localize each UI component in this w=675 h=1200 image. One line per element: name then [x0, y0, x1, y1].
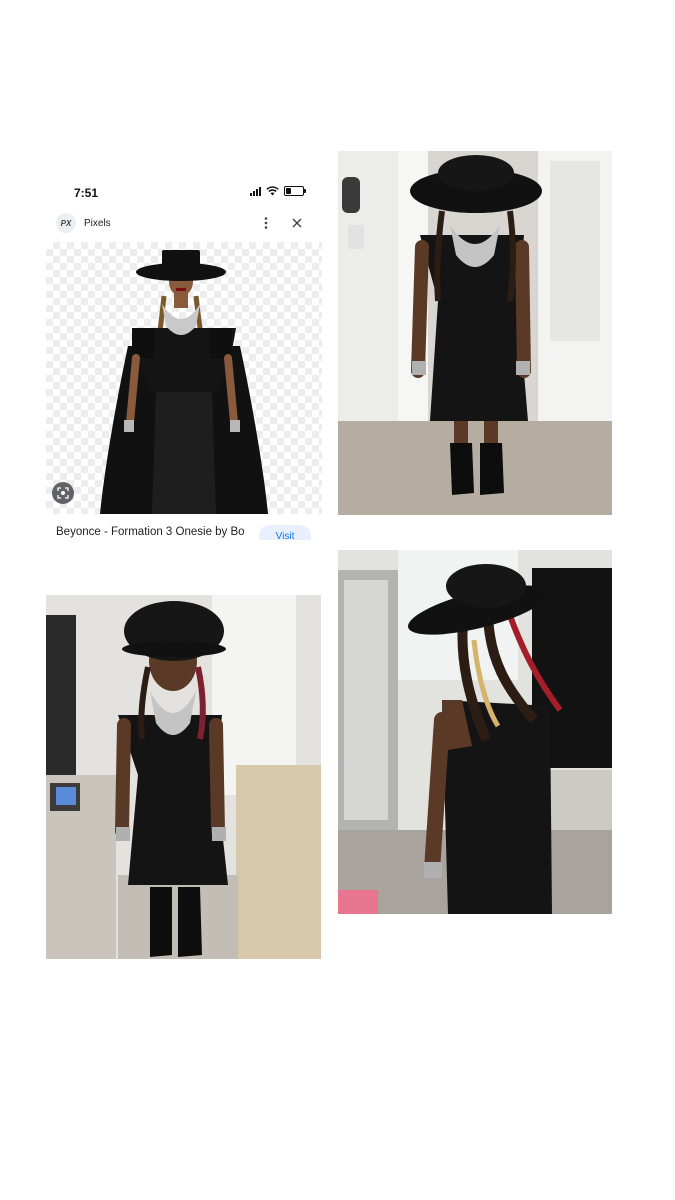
status-time: 7:51 [74, 186, 99, 200]
photo-back-view [338, 550, 612, 914]
visit-button[interactable]: Visit [259, 525, 311, 540]
figure-illustration [100, 250, 268, 514]
product-image[interactable] [46, 242, 322, 514]
status-icons [250, 186, 306, 196]
close-icon[interactable] [286, 212, 308, 234]
result-title[interactable]: Beyonce - Formation 3 Onesie by Bo [56, 526, 245, 538]
wifi-icon [266, 186, 279, 196]
lens-icon[interactable] [52, 482, 74, 504]
photo-front-hat-down [338, 151, 612, 515]
battery-icon [284, 186, 306, 196]
signal-icon [250, 186, 261, 196]
source-name: Pixels [84, 218, 111, 229]
source-logo: PX [56, 213, 76, 233]
photo-front-face [46, 595, 321, 959]
phone-screenshot: 7:51 PX Pixels Beyonce - Formation 3 One… [46, 176, 322, 540]
more-vert-icon[interactable] [256, 212, 276, 234]
